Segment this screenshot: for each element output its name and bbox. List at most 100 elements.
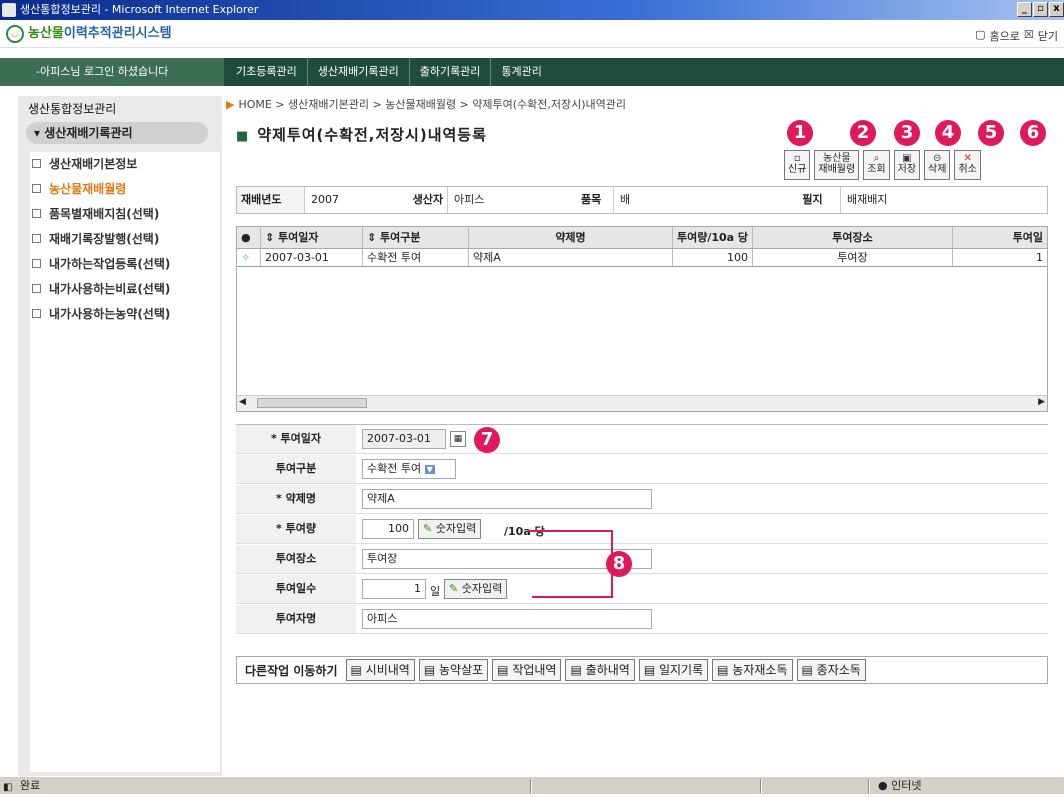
cell-type: 수확전 투여 [363, 249, 469, 266]
status-divider [530, 779, 532, 793]
row-pointer-icon: ✧ [237, 249, 261, 266]
person-input[interactable]: 아피스 [362, 609, 652, 629]
header-dot-icon: ● [237, 227, 261, 248]
home-icon: ▢ [975, 28, 986, 41]
col-drug[interactable]: 약제명 [469, 227, 673, 248]
days-unit: 일 [430, 585, 441, 598]
col-date[interactable]: ⇕ 투여일자 [261, 227, 363, 248]
field-label: 필지 [785, 187, 841, 213]
breadcrumb-text: HOME > 생산재배기본관리 > 농산물재배월령 > 약제투여(수확전,저장시… [238, 98, 627, 111]
page-title: ■ 약제투여(수확전,저장시)내역등록 [236, 126, 487, 144]
producer-label: 생산자 [383, 187, 447, 213]
cell-drug: 약제A [469, 249, 673, 266]
marker-3: 3 [894, 120, 920, 146]
journal-button[interactable]: ▤ 일지기록 [638, 659, 709, 681]
menu-shipment[interactable]: 출하기록관리 [408, 58, 491, 86]
close-link[interactable]: 닫기 [1038, 28, 1058, 44]
drug-label: * 약제명 [236, 485, 356, 513]
col-days[interactable]: 투여일 [953, 227, 1047, 248]
save-button[interactable]: ▣ 저장 [893, 150, 921, 180]
sidebar-section-active[interactable]: ▾ 생산재배기록관리 [26, 122, 208, 144]
sidebar-item-guide[interactable]: 품목별재배지침(선택) [32, 202, 220, 227]
menu-stats[interactable]: 통계관리 [490, 58, 551, 86]
sidebar-item-record-issue[interactable]: 재배기록장발행(선택) [32, 227, 220, 252]
scroll-right-icon[interactable]: ▶ [1038, 397, 1045, 407]
scroll-left-icon[interactable]: ◀ [239, 397, 246, 407]
days-number-button[interactable]: ✎ 숫자입력 [444, 579, 508, 599]
home-link[interactable]: 홈으로 [990, 28, 1020, 44]
type-label: 투여구분 [236, 455, 356, 483]
days-input[interactable]: 1 [362, 579, 426, 599]
grid-header: ● ⇕ 투여일자 ⇕ 투여구분 약제명 투여량/10a 당 투여장소 투여일 [237, 227, 1047, 249]
col-amount[interactable]: 투여량/10a 당 [673, 227, 753, 248]
cell-days: 1 [1036, 251, 1043, 264]
internet-zone: ● 인터넷 [878, 779, 922, 792]
field-value: 배재배지 [847, 193, 888, 206]
brand-part-a: 농산물 [28, 26, 64, 41]
brand-part-b: 이력추적관리시스템 [63, 26, 172, 41]
pesticide-button[interactable]: ▤ 농약살포 [418, 659, 489, 681]
box-icon [32, 309, 41, 318]
fertilize-button[interactable]: ▤ 시비내역 [345, 659, 415, 681]
new-icon: ▫ [793, 153, 801, 164]
date-input[interactable]: 2007-03-01 [362, 429, 446, 449]
sidebar-item-monthly[interactable]: 농산물재배월령 [32, 177, 220, 202]
horizontal-scrollbar[interactable]: ◀ ▶ [237, 395, 1047, 411]
monthly-button[interactable]: 농산물 재배월령 [814, 150, 860, 180]
sidebar-item-basic-info[interactable]: 생산재배기본정보 [32, 152, 220, 177]
shipment-button[interactable]: ▤ 출하내역 [565, 659, 635, 681]
sidebar-menu: 생산재배기본정보 농산물재배월령 품목별재배지침(선택) 재배기록장발행(선택)… [30, 152, 220, 772]
sidebar-item-my-pesticide[interactable]: 내가사용하는농약(선택) [32, 302, 220, 327]
sidebar-item-my-fertilizer[interactable]: 내가사용하는비료(선택) [32, 277, 220, 302]
work-button[interactable]: ▤ 작업내역 [492, 659, 562, 681]
material-disinfect-button[interactable]: ▤ 농자재소독 [712, 659, 793, 681]
app-logo[interactable]: 농산물이력추적관리시스템 [28, 24, 172, 44]
seed-disinfect-button[interactable]: ▤ 종자소독 [796, 659, 866, 681]
item-value: 배 [613, 187, 785, 213]
login-status: -아피스님 로그인 하셨습니다 [0, 58, 224, 86]
col-place[interactable]: 투여장소 [753, 227, 953, 248]
amount-input[interactable]: 100 [362, 519, 414, 539]
box-icon [32, 209, 41, 218]
marker-8: 8 [606, 551, 632, 577]
page-icon: ◧ [3, 782, 13, 793]
producer-value: 아피스 [447, 187, 577, 213]
menu-list: 기초등록관리 생산재배기록관리 출하기록관리 통계관리 [236, 58, 552, 86]
entry-form: * 투여일자 2007-03-01 ▦ 7 투여구분 수확전 투여 ▼ * 약제… [236, 424, 1048, 644]
top-links: ▢ 홈으로 ☒ 닫기 [975, 28, 1058, 44]
cancel-button[interactable]: ✕ 취소 [954, 150, 981, 180]
window-title: 생산통합정보관리 - Microsoft Internet Explorer [20, 3, 259, 16]
search-button[interactable]: ⌕ 조회 [863, 150, 890, 180]
close-window-button[interactable]: x [1049, 2, 1064, 17]
scroll-thumb[interactable] [257, 398, 367, 408]
sidebar-title: 생산통합정보관리 [28, 102, 117, 116]
minimize-button[interactable]: _ [1017, 2, 1032, 17]
cell-amount: 100 [673, 249, 753, 266]
box-icon [32, 284, 41, 293]
menu-basic[interactable]: 기초등록관리 [236, 58, 307, 86]
calendar-icon[interactable]: ▦ [450, 431, 466, 447]
new-button[interactable]: ▫ 신규 [784, 150, 811, 180]
sidebar-item-my-work[interactable]: 내가하는작업등록(선택) [32, 252, 220, 277]
box-icon [32, 159, 41, 168]
pencil-icon: ✎ [449, 582, 459, 595]
year-label: 재배년도 [237, 187, 305, 213]
row-type: 투여구분 수확전 투여 ▼ [236, 455, 1048, 484]
box-icon [32, 184, 41, 193]
record-grid: ● ⇕ 투여일자 ⇕ 투여구분 약제명 투여량/10a 당 투여장소 투여일 ✧… [236, 226, 1048, 412]
window-controls: _ ▫ x [1017, 2, 1064, 18]
row-amount: * 투여량 100 ✎ 숫자입력 /10a 당 [236, 515, 1048, 544]
place-label: 투여장소 [236, 545, 356, 573]
delete-button[interactable]: ⊝ 삭제 [924, 150, 951, 180]
table-row[interactable]: ✧ 2007-03-01 수확전 투여 약제A 100 투여장 1 [237, 249, 1047, 267]
col-type[interactable]: ⇕ 투여구분 [363, 227, 469, 248]
amount-number-button[interactable]: ✎ 숫자입력 [418, 519, 482, 539]
menu-production[interactable]: 생산재배기록관리 [306, 58, 409, 86]
type-select[interactable]: 수확전 투여 ▼ [362, 459, 456, 479]
drug-input[interactable]: 약제A [362, 489, 652, 509]
date-label: * 투여일자 [236, 425, 356, 453]
bullet-icon: ■ [236, 129, 250, 144]
person-label: 투여자명 [236, 605, 356, 633]
row-place: 투여장소 투여장 [236, 545, 1048, 574]
maximize-button[interactable]: ▫ [1033, 2, 1048, 17]
